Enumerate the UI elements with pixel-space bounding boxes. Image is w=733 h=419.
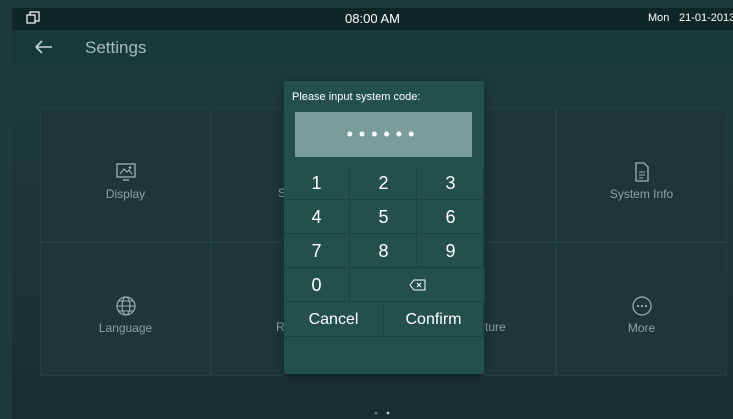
dialog-prompt: Please input system code: [292,91,421,103]
key-8[interactable]: 8 [351,235,417,268]
key-4[interactable]: 4 [284,201,350,234]
tile-display[interactable]: Display [40,108,211,242]
tile-partial-label: ture [485,320,506,334]
status-bar: 08:00 AM Mon 21-01-2013 [12,8,733,30]
key-6[interactable]: 6 [418,201,484,234]
tile-system-info[interactable]: System Info [556,108,727,242]
tile-more[interactable]: More [556,242,727,376]
key-0[interactable]: 0 [284,269,350,302]
key-1[interactable]: 1 [284,167,350,200]
key-5[interactable]: 5 [351,201,417,234]
key-9[interactable]: 9 [418,235,484,268]
system-code-dialog: Please input system code: •••••• 1 2 3 4… [284,81,485,374]
date-label: 21-01-2013 [679,12,733,24]
code-input[interactable]: •••••• [295,112,472,157]
clock-time: 08:00 AM [345,11,400,26]
back-arrow-icon[interactable] [34,38,54,56]
tile-label: Display [105,187,146,201]
screen-frame: 08:00 AM Mon 21-01-2013 Settings Display… [12,8,733,419]
tile-partial-right-bottom[interactable] [484,242,556,376]
page-indicator [374,411,390,415]
cancel-button[interactable]: Cancel [284,303,384,337]
tile-label: Language [98,321,153,335]
page-title: Settings [85,38,147,57]
day-label: Mon [648,12,670,24]
backspace-key[interactable] [351,269,485,302]
tile-language[interactable]: Language [40,242,211,376]
language-icon [115,296,136,316]
key-7[interactable]: 7 [284,235,350,268]
tile-partial-left-bottom[interactable] [211,242,283,376]
tile-label: More [627,321,656,335]
display-icon [115,163,136,181]
confirm-button[interactable]: Confirm [384,303,484,337]
key-3[interactable]: 3 [418,167,484,200]
backspace-icon [408,279,425,291]
info-icon [634,162,649,182]
tile-partial-right-top[interactable] [484,108,556,242]
key-2[interactable]: 2 [351,167,417,200]
tile-partial-left-top[interactable] [211,108,283,242]
title-bar: Settings [12,30,733,64]
tile-label: System Info [609,187,674,201]
more-icon [631,296,652,316]
